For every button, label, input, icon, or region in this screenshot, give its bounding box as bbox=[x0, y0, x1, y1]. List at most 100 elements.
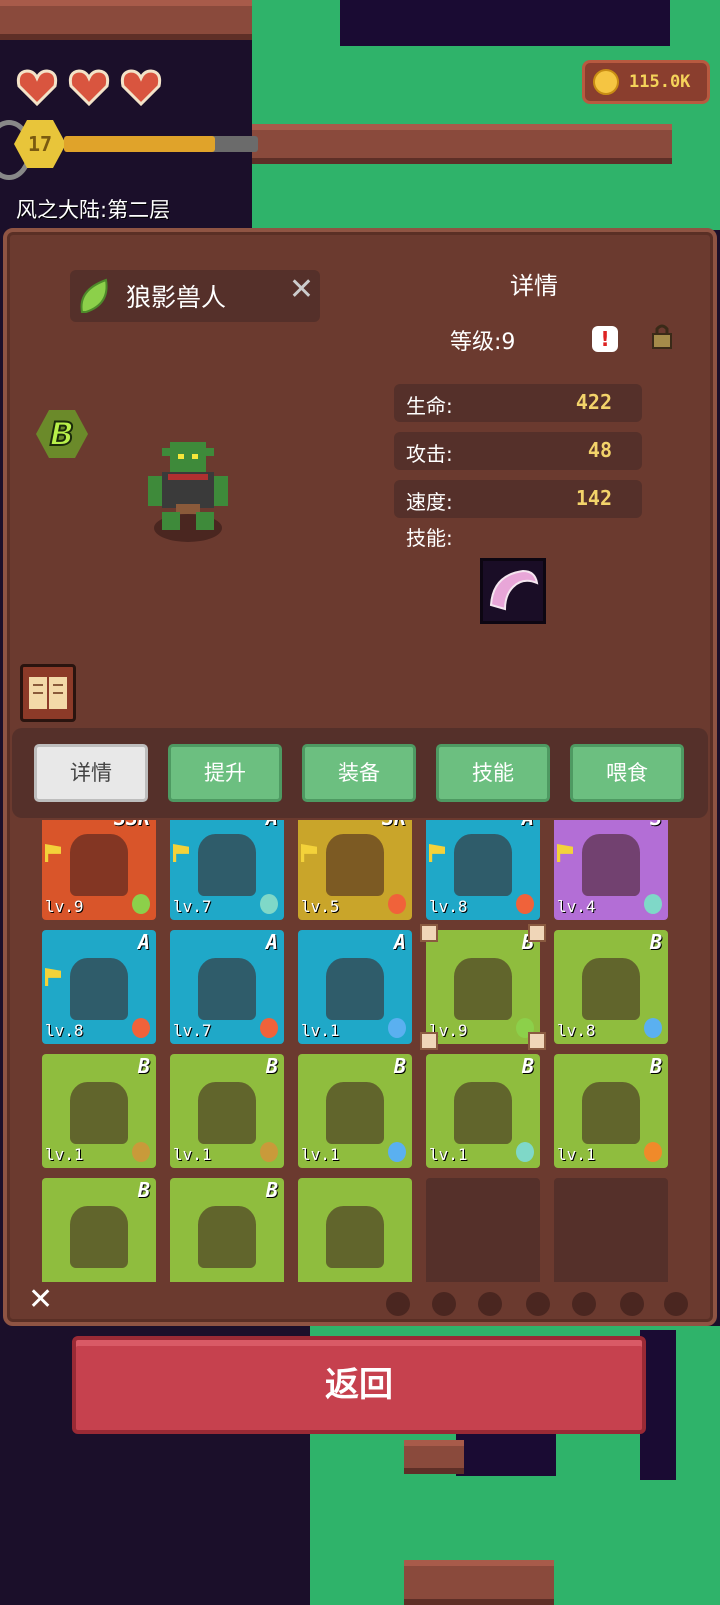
background-dirt-ledge bbox=[404, 1560, 554, 1605]
monster-sprite bbox=[198, 1082, 256, 1144]
level-tag: lv.1 bbox=[173, 1145, 212, 1164]
level-tag: lv.9 bbox=[45, 897, 84, 916]
rank-tag: B bbox=[137, 1054, 150, 1078]
selection-corner bbox=[420, 924, 438, 942]
heart-icon bbox=[16, 69, 58, 106]
monster-sprite bbox=[582, 834, 640, 896]
monster-card[interactable]: Alv.8 bbox=[42, 930, 156, 1044]
monster-sprite bbox=[326, 958, 384, 1020]
sun-filter-icon[interactable] bbox=[620, 1292, 644, 1316]
fire-filter-icon[interactable] bbox=[572, 1292, 596, 1316]
lock-icon[interactable] bbox=[650, 322, 674, 350]
fire-element-icon bbox=[388, 894, 406, 914]
tab-upgrade[interactable]: 提升 bbox=[168, 744, 282, 802]
selection-corner bbox=[528, 924, 546, 942]
monster-card[interactable]: Alv.7 bbox=[170, 820, 284, 920]
flag-icon bbox=[557, 844, 573, 862]
moon-filter-icon[interactable] bbox=[664, 1292, 688, 1316]
level-tag: lv.1 bbox=[557, 1145, 596, 1164]
monster-name: 狼影兽人 bbox=[126, 283, 227, 312]
level-tag: lv.8 bbox=[557, 1021, 596, 1040]
stat-value: 142 bbox=[575, 486, 612, 510]
wind-filter-icon[interactable] bbox=[526, 1292, 550, 1316]
orc-monster-sprite bbox=[148, 442, 228, 542]
xp-bar bbox=[64, 136, 258, 152]
monster-card[interactable]: Blv.1 bbox=[298, 1054, 412, 1168]
monster-sprite bbox=[326, 834, 384, 896]
rank-tag: SSR bbox=[114, 820, 150, 830]
monster-card[interactable]: Blv.8 bbox=[554, 930, 668, 1044]
skill-label: 技能: bbox=[406, 526, 453, 550]
heart-icon bbox=[68, 69, 110, 106]
alert-icon[interactable]: ! bbox=[592, 326, 618, 352]
monster-card[interactable]: SR lv.5 bbox=[298, 820, 412, 920]
monster-card[interactable]: Alv.1 bbox=[298, 930, 412, 1044]
flag-icon bbox=[173, 844, 189, 862]
rank-tag: SR bbox=[382, 820, 406, 830]
monster-sprite bbox=[454, 834, 512, 896]
flag-icon bbox=[429, 844, 445, 862]
monster-sprite bbox=[198, 958, 256, 1020]
background-pit bbox=[456, 1430, 556, 1476]
xp-bar-fill bbox=[64, 136, 216, 152]
stat-label: 攻击: bbox=[406, 442, 453, 466]
monster-card[interactable] bbox=[298, 1178, 412, 1282]
monster-sprite bbox=[70, 1206, 128, 1268]
wind-element-icon bbox=[260, 894, 278, 914]
rank-tag: B bbox=[393, 1054, 406, 1078]
monster-sprite bbox=[582, 1082, 640, 1144]
earth-element-icon bbox=[132, 1142, 150, 1162]
level-tag: lv.5 bbox=[301, 897, 340, 916]
monster-sprite bbox=[198, 834, 256, 896]
floor-title: 风之大陆:第二层 bbox=[16, 198, 171, 222]
health-hearts bbox=[16, 68, 162, 106]
monster-sprite bbox=[454, 958, 512, 1020]
selection-corner bbox=[420, 1032, 438, 1050]
monster-card[interactable]: B bbox=[42, 1178, 156, 1282]
tab-feed[interactable]: 喂食 bbox=[570, 744, 684, 802]
monster-card[interactable]: Blv.1 bbox=[554, 1054, 668, 1168]
heart-icon bbox=[120, 69, 162, 106]
stat-row-hp: 生命: 422 bbox=[394, 384, 642, 422]
monster-card[interactable]: Slv.4 bbox=[554, 820, 668, 920]
close-icon[interactable]: ✕ bbox=[28, 1282, 53, 1317]
level-tag: lv.1 bbox=[301, 1145, 340, 1164]
tab-skills[interactable]: 技能 bbox=[436, 744, 550, 802]
water-filter-icon[interactable] bbox=[478, 1292, 502, 1316]
level-tag: lv.7 bbox=[173, 1021, 212, 1040]
leaf-filter-icon[interactable] bbox=[386, 1292, 410, 1316]
monster-card[interactable]: SSR lv.9 bbox=[42, 820, 156, 920]
rank-tag: B bbox=[649, 1054, 662, 1078]
sun-element-icon bbox=[644, 1142, 662, 1162]
monster-card[interactable]: B bbox=[170, 1178, 284, 1282]
monster-card[interactable]: Blv.1 bbox=[170, 1054, 284, 1168]
skill-slash-icon[interactable] bbox=[480, 558, 546, 624]
stat-label: 生命: bbox=[406, 394, 453, 418]
monster-card[interactable]: Alv.8 bbox=[426, 820, 540, 920]
rank-tag: A bbox=[522, 820, 534, 830]
flag-icon bbox=[45, 968, 61, 986]
monster-level: 等级:9 bbox=[450, 330, 516, 355]
monster-card[interactable]: Alv.7 bbox=[170, 930, 284, 1044]
rank-tag: B bbox=[137, 1178, 150, 1202]
back-button[interactable]: 返回 bbox=[72, 1336, 646, 1434]
close-icon[interactable]: ✕ bbox=[289, 272, 314, 307]
selection-corner bbox=[528, 1032, 546, 1050]
water-element-icon bbox=[388, 1018, 406, 1038]
monster-card[interactable]: Blv.1 bbox=[426, 1054, 540, 1168]
coin-amount: 115.0K bbox=[629, 72, 691, 92]
flag-icon bbox=[301, 844, 317, 862]
tab-equipment[interactable]: 装备 bbox=[302, 744, 416, 802]
monster-card[interactable]: Blv.1 bbox=[42, 1054, 156, 1168]
background-dirt-ledge bbox=[252, 124, 672, 164]
monster-sprite bbox=[70, 834, 128, 896]
fire-element-icon bbox=[516, 894, 534, 914]
tab-details[interactable]: 详情 bbox=[34, 744, 148, 802]
rank-tag: B bbox=[265, 1054, 278, 1078]
monster-card[interactable]: Blv.9 bbox=[420, 924, 546, 1050]
coin-counter: 115.0K bbox=[582, 60, 710, 104]
book-icon[interactable] bbox=[20, 664, 76, 722]
monster-name-plate: 狼影兽人 ✕ bbox=[70, 270, 320, 322]
earth-element-icon bbox=[260, 1142, 278, 1162]
earth-filter-icon[interactable] bbox=[432, 1292, 456, 1316]
